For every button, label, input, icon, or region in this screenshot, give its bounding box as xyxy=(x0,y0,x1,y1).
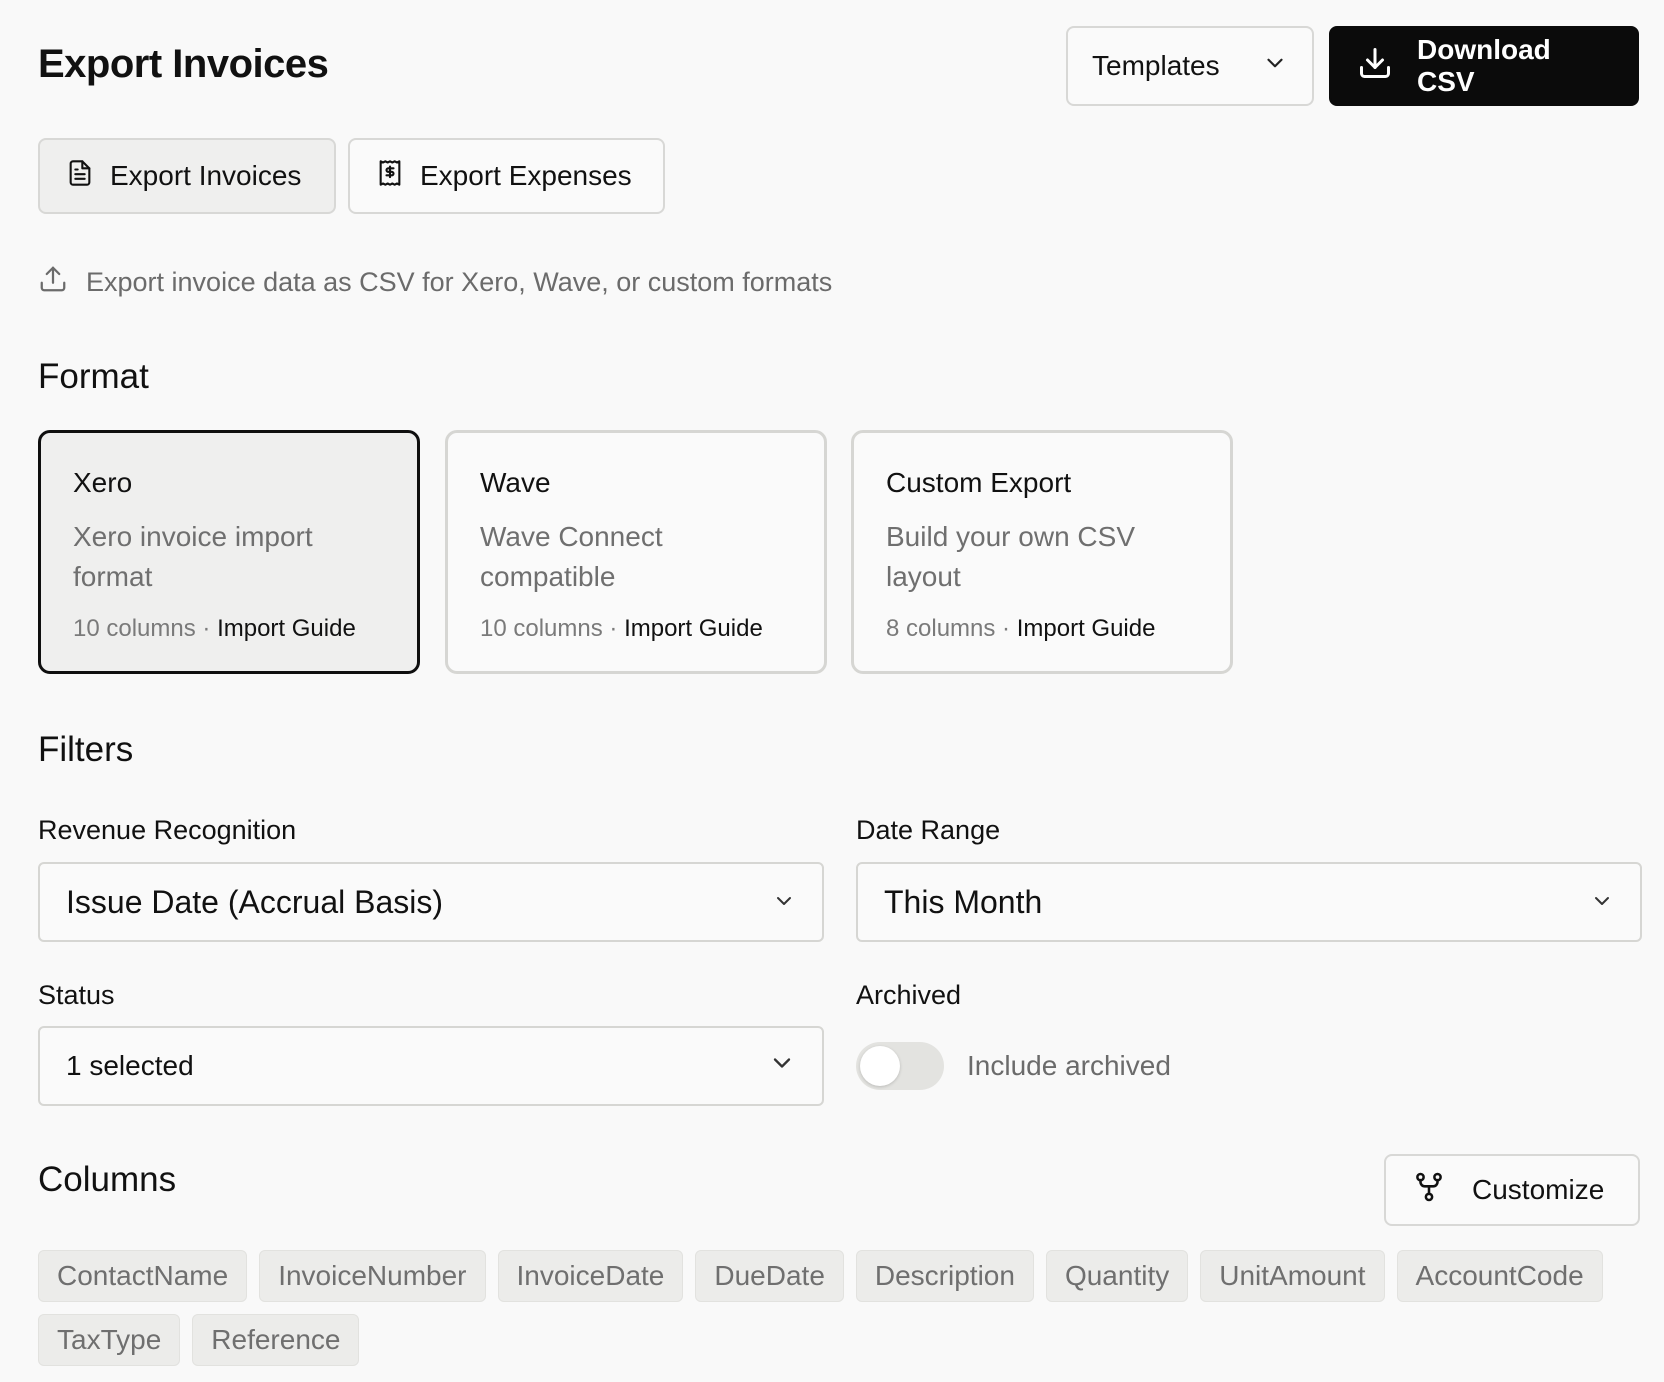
column-chip: UnitAmount xyxy=(1200,1250,1385,1302)
download-csv-button[interactable]: Download CSV xyxy=(1329,26,1639,106)
chevron-down-icon xyxy=(768,1049,796,1084)
column-chip: TaxType xyxy=(38,1314,181,1366)
tab-export-expenses[interactable]: Export Expenses xyxy=(348,138,665,214)
revenue-recognition-select[interactable]: Issue Date (Accrual Basis) xyxy=(38,862,824,942)
import-guide-link[interactable]: Import Guide xyxy=(217,615,356,642)
column-count: 10 columns xyxy=(480,615,603,642)
receipt-icon xyxy=(376,158,404,195)
customize-label: Customize xyxy=(1472,1174,1605,1205)
format-card-wave[interactable]: Wave Wave Connect compatible 10 columns … xyxy=(445,430,827,674)
column-chip: AccountCode xyxy=(1396,1250,1603,1302)
status-label: Status xyxy=(38,980,115,1010)
download-icon xyxy=(1357,45,1393,88)
chevron-down-icon xyxy=(772,884,796,921)
select-value: 1 selected xyxy=(66,1050,194,1081)
include-archived-label: Include archived xyxy=(967,1050,1171,1081)
column-chip: Description xyxy=(855,1250,1034,1302)
card-meta: 10 columns · Import Guide xyxy=(480,615,763,642)
column-chip: InvoiceDate xyxy=(497,1250,684,1302)
file-text-icon xyxy=(66,158,94,195)
column-chip: Quantity xyxy=(1045,1250,1189,1302)
column-chip-list: ContactName InvoiceNumber InvoiceDate DueDa… xyxy=(38,1250,1648,1366)
card-title: Xero xyxy=(73,467,133,498)
page-title: Export Invoices xyxy=(38,42,329,86)
revenue-recognition-label: Revenue Recognition xyxy=(38,815,297,845)
card-description: Build your own CSV layout xyxy=(886,521,1136,592)
card-meta: 8 columns · Import Guide xyxy=(886,615,1156,642)
column-count: 10 columns xyxy=(73,615,196,642)
subtitle-text: Export invoice data as CSV for Xero, Wav… xyxy=(86,267,833,297)
chevron-down-icon xyxy=(1262,50,1288,83)
column-chip: ContactName xyxy=(38,1250,248,1302)
date-range-select[interactable]: This Month xyxy=(856,862,1642,942)
include-archived-toggle[interactable] xyxy=(856,1042,944,1090)
upload-icon xyxy=(38,264,68,301)
format-card-xero[interactable]: Xero Xero invoice import format 10 colum… xyxy=(38,430,420,674)
customize-columns-button[interactable]: Customize xyxy=(1384,1154,1640,1226)
column-chip: Reference xyxy=(192,1314,360,1366)
card-title: Wave xyxy=(480,467,551,498)
column-chip: InvoiceNumber xyxy=(259,1250,486,1302)
filters-heading: Filters xyxy=(38,730,134,769)
card-description: Wave Connect compatible xyxy=(480,521,663,592)
select-value: This Month xyxy=(884,883,1043,920)
templates-dropdown[interactable]: Templates xyxy=(1066,26,1314,106)
date-range-label: Date Range xyxy=(856,815,1001,845)
import-guide-link[interactable]: Import Guide xyxy=(624,615,763,642)
columns-heading: Columns xyxy=(38,1160,177,1199)
templates-label: Templates xyxy=(1092,50,1220,81)
tab-label: Export Invoices xyxy=(110,160,302,191)
tab-export-invoices[interactable]: Export Invoices xyxy=(38,138,336,214)
page-subtitle: Export invoice data as CSV for Xero, Wav… xyxy=(38,264,832,301)
chevron-down-icon xyxy=(1590,884,1614,921)
download-label: Download CSV xyxy=(1417,34,1551,97)
status-select[interactable]: 1 selected xyxy=(38,1026,824,1106)
archived-label: Archived xyxy=(856,980,962,1010)
card-meta: 10 columns · Import Guide xyxy=(73,615,356,642)
format-card-custom-export[interactable]: Custom Export Build your own CSV layout … xyxy=(851,430,1233,674)
git-fork-icon xyxy=(1412,1170,1446,1211)
select-value: Issue Date (Accrual Basis) xyxy=(66,883,444,920)
import-guide-link[interactable]: Import Guide xyxy=(1017,615,1156,642)
card-title: Custom Export xyxy=(886,467,1072,498)
column-count: 8 columns xyxy=(886,615,996,642)
format-heading: Format xyxy=(38,357,149,396)
column-chip: DueDate xyxy=(695,1250,844,1302)
card-description: Xero invoice import format xyxy=(73,521,313,592)
toggle-knob xyxy=(860,1046,900,1086)
tab-label: Export Expenses xyxy=(420,160,632,191)
